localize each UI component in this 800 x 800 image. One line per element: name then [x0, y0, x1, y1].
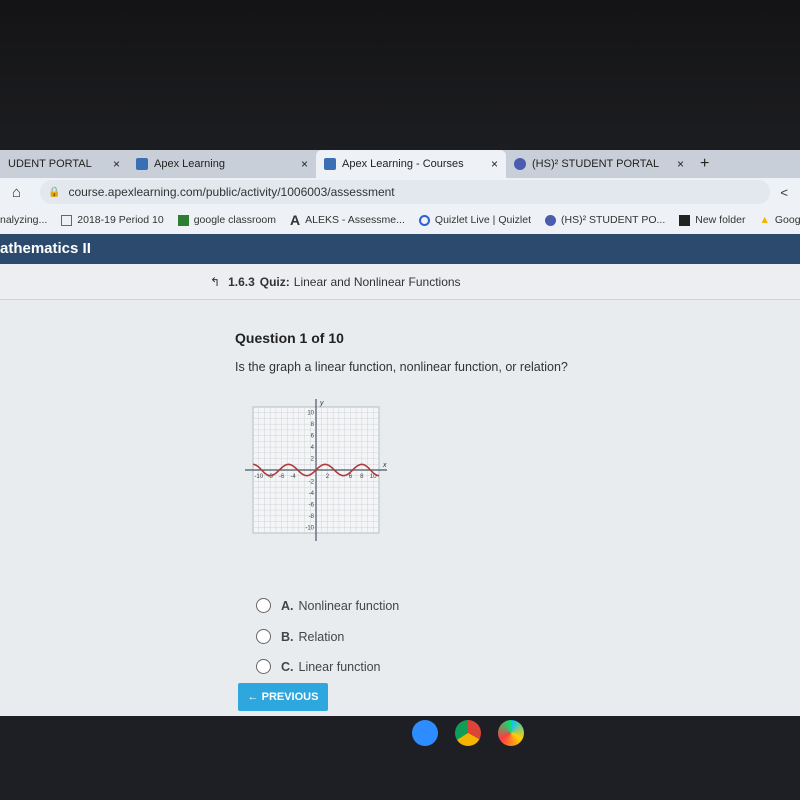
- home-icon[interactable]: ⌂: [12, 184, 21, 201]
- x-tick-label: -6: [279, 474, 285, 480]
- bookmark-period-10[interactable]: 2018-19 Period 10: [61, 214, 164, 226]
- tab-apex-learning[interactable]: Apex Learning ×: [128, 150, 316, 178]
- chrome-icon[interactable]: [455, 720, 481, 746]
- question-text: Is the graph a linear function, nonlinea…: [235, 360, 568, 374]
- new-tab-button[interactable]: +: [692, 150, 717, 178]
- y-tick-label: 10: [307, 411, 314, 417]
- zoom-app-icon[interactable]: [412, 720, 438, 746]
- lock-icon: 🔒: [48, 186, 61, 198]
- radio-button[interactable]: [256, 629, 271, 644]
- bookmark-quizlet[interactable]: Quizlet Live | Quizlet: [418, 214, 531, 226]
- tab-label: (HS)² STUDENT PORTAL: [532, 158, 660, 170]
- play-store-icon[interactable]: [498, 720, 524, 746]
- portal-favicon-icon: [514, 158, 526, 170]
- classroom-icon: [177, 214, 189, 226]
- address-bar-row: ⌂ 🔒 course.apexlearning.com/public/activ…: [0, 178, 800, 206]
- url-text: course.apexlearning.com/public/activity/…: [68, 185, 395, 199]
- bookmark-aleks[interactable]: A ALEKS - Assessme...: [290, 212, 405, 228]
- activity-title: Linear and Nonlinear Functions: [293, 274, 461, 289]
- quiz-page: ↰ 1.6.3 Quiz: Linear and Nonlinear Funct…: [0, 264, 800, 716]
- option-label: Nonlinear function: [298, 598, 400, 613]
- x-tick-label: -4: [290, 474, 296, 480]
- radio-button[interactable]: [256, 659, 271, 674]
- share-icon[interactable]: <: [780, 185, 788, 200]
- portal-favicon-icon: [545, 214, 557, 226]
- bookmark-hs-portal[interactable]: (HS)² STUDENT PO...: [545, 214, 665, 226]
- option-letter: A.: [281, 598, 294, 613]
- tab-label: Apex Learning: [154, 158, 225, 170]
- question-counter: Question 1 of 10: [235, 330, 344, 346]
- url-field[interactable]: 🔒 course.apexlearning.com/public/activit…: [40, 180, 770, 204]
- folder-icon: [679, 214, 691, 226]
- close-icon[interactable]: ×: [677, 157, 684, 171]
- up-arrow-icon[interactable]: ↰: [210, 275, 220, 289]
- y-tick-label: -10: [305, 525, 314, 531]
- option-letter: B.: [281, 629, 294, 644]
- activity-type: Quiz:: [259, 274, 290, 289]
- aleks-icon: A: [289, 212, 301, 228]
- option-label: Linear function: [298, 659, 381, 674]
- tab-label: Apex Learning - Courses: [342, 158, 464, 170]
- tab-student-portal[interactable]: UDENT PORTAL ×: [0, 150, 128, 178]
- apex-favicon-icon: [136, 158, 148, 170]
- option-letter: C.: [281, 659, 294, 674]
- course-header: athematics II: [0, 234, 800, 264]
- quizlet-icon: [418, 214, 430, 226]
- bookmark-new-folder[interactable]: New folder: [679, 214, 745, 226]
- course-title: athematics II: [0, 240, 91, 257]
- apex-favicon-icon: [324, 158, 336, 170]
- y-tick-label: -2: [309, 479, 315, 485]
- y-tick-label: -4: [309, 491, 315, 497]
- breadcrumb: ↰ 1.6.3 Quiz: Linear and Nonlinear Funct…: [0, 264, 800, 300]
- close-icon[interactable]: ×: [301, 157, 308, 171]
- bookmark-analyzing[interactable]: nalyzing...: [0, 214, 47, 226]
- tab-hs-student-portal[interactable]: (HS)² STUDENT PORTAL ×: [506, 150, 692, 178]
- option-c[interactable]: C. Linear function: [256, 659, 381, 674]
- y-axis-label: y: [319, 400, 324, 407]
- screen-bezel: [0, 0, 800, 150]
- bookmark-google-drive[interactable]: ▲Google Drive: [759, 214, 800, 226]
- drive-icon: ▲: [759, 214, 770, 226]
- option-a[interactable]: A. Nonlinear function: [256, 598, 399, 613]
- radio-button[interactable]: [256, 598, 271, 613]
- taskbar-shelf: [0, 716, 800, 800]
- y-tick-label: -6: [309, 502, 315, 508]
- x-tick-label: -10: [254, 474, 263, 480]
- function-graph: xy-10 -8 -6 -4 2 6 8 10108642-2-4-6-8-10: [245, 399, 387, 541]
- bookmark-google-classroom[interactable]: google classroom: [177, 214, 276, 226]
- tab-label: UDENT PORTAL: [8, 158, 92, 170]
- close-icon[interactable]: ×: [113, 157, 120, 171]
- option-b[interactable]: B. Relation: [256, 629, 344, 644]
- close-icon[interactable]: ×: [491, 157, 498, 171]
- calendar-icon: [61, 214, 73, 226]
- tab-apex-courses[interactable]: Apex Learning - Courses ×: [316, 150, 506, 178]
- option-label: Relation: [298, 629, 345, 644]
- tab-bar: UDENT PORTAL × Apex Learning × Apex Learni…: [0, 150, 800, 178]
- previous-button[interactable]: ← PREVIOUS: [238, 683, 328, 711]
- bookmarks-bar: nalyzing... 2018-19 Period 10 google cla…: [0, 206, 800, 234]
- x-axis-label: x: [382, 462, 387, 469]
- y-tick-label: -8: [309, 514, 315, 520]
- activity-number: 1.6.3: [228, 274, 255, 289]
